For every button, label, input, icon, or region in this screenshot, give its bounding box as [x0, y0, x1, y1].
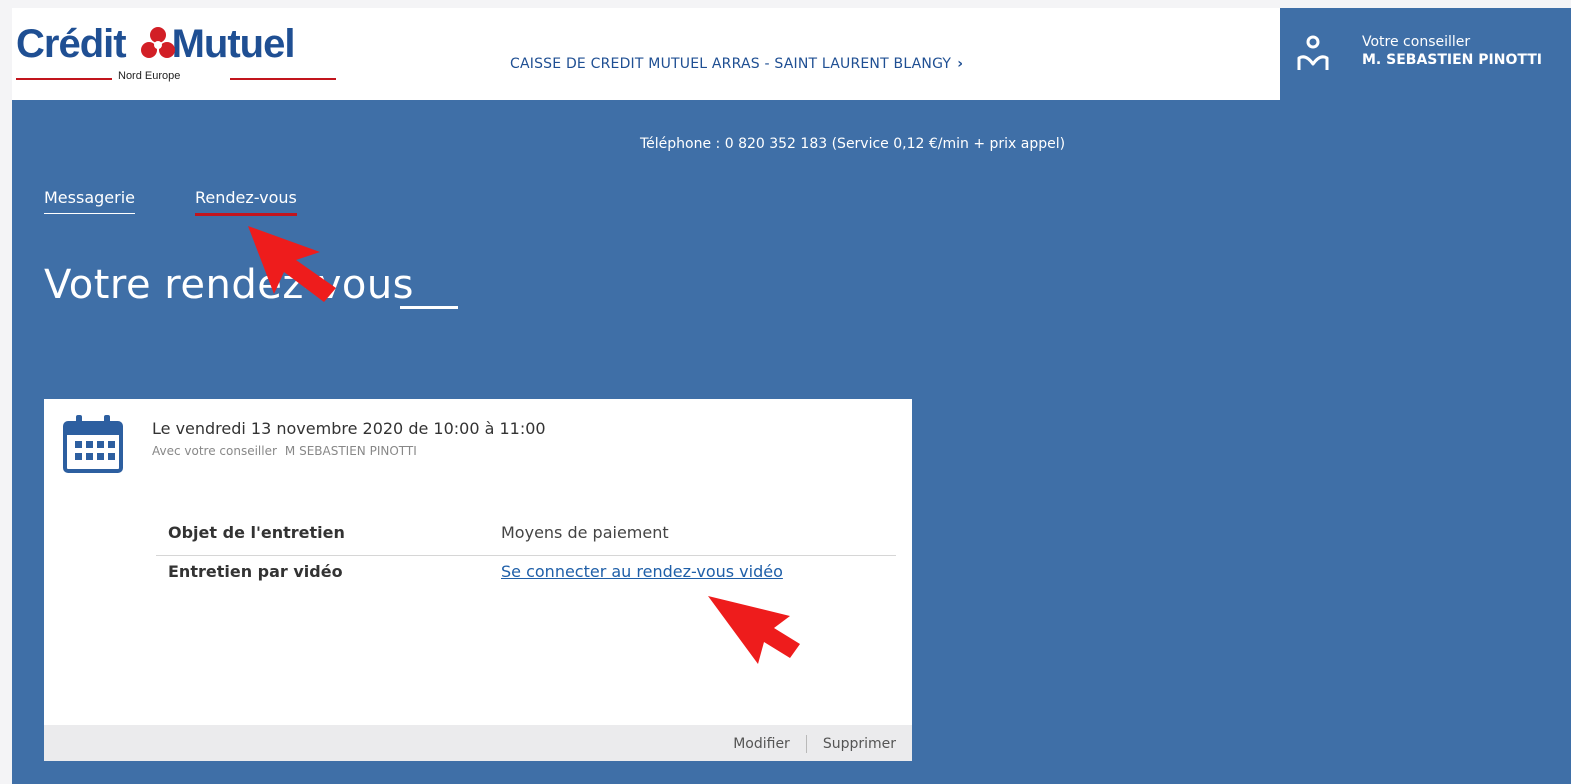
logo-subtitle: Nord Europe — [118, 70, 181, 82]
title-underline — [400, 306, 458, 309]
caisse-link-label: CAISSE DE CREDIT MUTUEL ARRAS - SAINT LA… — [510, 56, 952, 72]
detail-key: Entretien par vidéo — [168, 562, 343, 581]
delete-button[interactable]: Supprimer — [823, 736, 896, 752]
appointment-card: Le vendredi 13 novembre 2020 de 10:00 à … — [44, 399, 912, 761]
modify-button[interactable]: Modifier — [733, 736, 790, 752]
chevron-right-icon: › — [957, 56, 964, 72]
advisor-label[interactable]: Votre conseiller — [1362, 34, 1470, 50]
credit-mutuel-emblem-icon — [141, 27, 175, 58]
logo-line-left — [16, 78, 112, 80]
red-pointer-arrow-icon — [708, 596, 800, 664]
detail-row-subject: Objet de l'entretien Moyens de paiement — [156, 517, 896, 556]
tab-messagerie[interactable]: Messagerie — [44, 188, 135, 214]
card-footer: Modifier Supprimer — [44, 725, 912, 761]
appointment-details: Objet de l'entretien Moyens de paiement … — [156, 517, 896, 598]
caisse-link[interactable]: CAISSE DE CREDIT MUTUEL ARRAS - SAINT LA… — [510, 56, 963, 72]
advisor-person-icon[interactable] — [1296, 34, 1330, 74]
page-title: Votre rendez-vous — [44, 262, 415, 308]
appointment-datetime: Le vendredi 13 novembre 2020 de 10:00 à … — [152, 419, 546, 438]
card-actions: Modifier Supprimer — [733, 735, 896, 753]
detail-value: Moyens de paiement — [501, 523, 669, 542]
appointment-advisor-label: Avec votre conseiller — [152, 444, 277, 458]
join-video-link[interactable]: Se connecter au rendez-vous vidéo — [501, 562, 783, 581]
appointment-advisor-name: M SEBASTIEN PINOTTI — [284, 444, 417, 458]
action-divider — [805, 735, 807, 753]
page-frame-top — [0, 0, 1571, 8]
detail-key: Objet de l'entretien — [168, 523, 345, 542]
advisor-name[interactable]: M. SEBASTIEN PINOTTI — [1362, 52, 1542, 68]
phone-info: Téléphone : 0 820 352 183 (Service 0,12 … — [640, 136, 1066, 152]
red-pointer-arrow-icon — [248, 226, 336, 302]
credit-mutuel-logo[interactable]: Crédit Mutuel Nord Europe — [16, 20, 346, 100]
logo-brand-part1: Crédit — [16, 22, 127, 66]
tab-rendez-vous[interactable]: Rendez-vous — [195, 188, 297, 216]
calendar-icon — [63, 415, 123, 473]
page-frame-left — [0, 0, 12, 784]
appointment-advisor: Avec votre conseiller M SEBASTIEN PINOTTI — [152, 444, 417, 458]
logo-line-right — [230, 78, 336, 80]
logo-brand-part2: Mutuel — [171, 22, 296, 66]
